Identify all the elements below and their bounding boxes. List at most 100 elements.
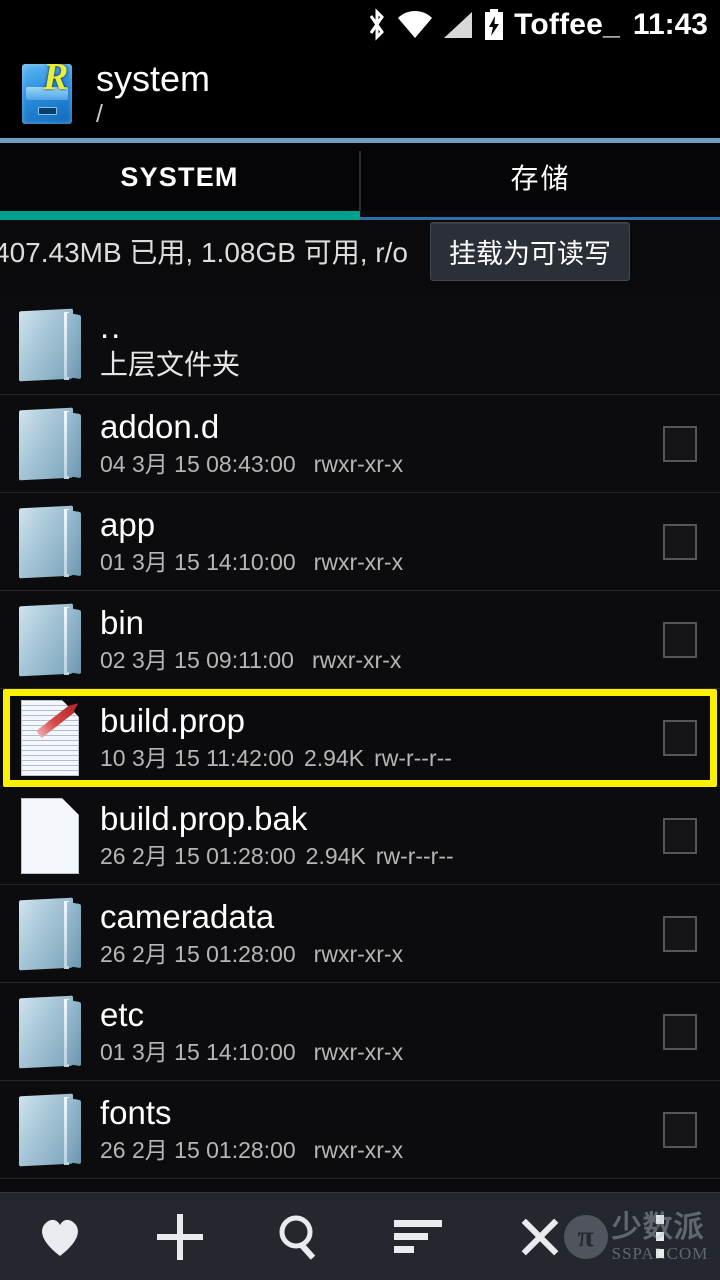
file-details: 26 2月 15 01:28:00 rwxr-xr-x — [100, 1135, 640, 1165]
file-details: 10 3月 15 11:42:00 2.94K rw-r--r-- — [100, 743, 640, 773]
folder-icon — [0, 897, 100, 971]
list-item-meta: build.prop.bak 26 2月 15 01:28:00 2.94K rw-… — [100, 800, 640, 871]
file-perm: rwxr-xr-x — [311, 647, 402, 673]
list-item[interactable]: fonts 26 2月 15 01:28:00 rwxr-xr-x — [0, 1081, 720, 1179]
text-file-edit-icon — [0, 699, 100, 776]
root-explorer-icon: R — [16, 58, 80, 127]
checkbox-cell[interactable] — [640, 1013, 720, 1050]
checkbox-cell[interactable] — [640, 817, 720, 854]
file-details: 01 3月 15 14:10:00 rwxr-xr-x — [100, 1037, 640, 1067]
favorite-heart-icon[interactable] — [0, 1216, 120, 1258]
file-date: 01 3月 15 14:10:00 — [100, 549, 296, 575]
select-checkbox[interactable] — [663, 1111, 697, 1148]
list-item-meta: etc 01 3月 15 14:10:00 rwxr-xr-x — [100, 996, 640, 1067]
wifi-icon — [397, 10, 433, 40]
select-checkbox[interactable] — [663, 915, 697, 952]
file-date: 01 3月 15 14:10:00 — [100, 1039, 296, 1065]
file-list[interactable]: .. 上层文件夹 addon.d 04 3月 15 08:43:00 rwxr-x… — [0, 295, 720, 1192]
file-details: 02 3月 15 09:11:00 rwxr-xr-x — [100, 645, 640, 675]
file-name: build.prop — [100, 702, 245, 739]
file-size: 2.94K — [303, 745, 365, 771]
mount-bar: 407.43MB 已用, 1.08GB 可用, r/o 挂载为可读写 — [0, 220, 720, 282]
file-size: 2.94K — [305, 843, 366, 869]
overflow-menu-icon[interactable] — [600, 1213, 720, 1261]
status-bar: Toffee_ 11:43 — [0, 0, 720, 50]
tab-bar: SYSTEM 存储 — [0, 143, 720, 211]
clock-label: 11:43 — [632, 8, 708, 41]
tab-system[interactable]: SYSTEM — [0, 143, 359, 211]
select-checkbox[interactable] — [663, 621, 697, 658]
file-perm: rwxr-xr-x — [313, 451, 404, 477]
file-name: .. — [100, 307, 123, 345]
list-item[interactable]: etc 01 3月 15 14:10:00 rwxr-xr-x — [0, 983, 720, 1081]
breadcrumb-path: / — [96, 100, 103, 128]
add-plus-icon[interactable] — [120, 1212, 240, 1262]
list-item-meta: cameradata 26 2月 15 01:28:00 rwxr-xr-x — [100, 898, 640, 969]
bluetooth-icon — [366, 8, 388, 42]
folder-icon — [0, 308, 100, 382]
list-item[interactable]: addon.d 04 3月 15 08:43:00 rwxr-xr-x — [0, 395, 720, 493]
page-title: system — [96, 58, 211, 99]
checkbox-cell[interactable] — [640, 425, 720, 462]
file-name: build.prop.bak — [100, 800, 308, 837]
checkbox-cell[interactable] — [640, 621, 720, 658]
list-item-meta: addon.d 04 3月 15 08:43:00 rwxr-xr-x — [100, 408, 640, 479]
file-name: fonts — [100, 1094, 172, 1131]
file-perm: rw-r--r-- — [374, 745, 452, 771]
select-checkbox[interactable] — [663, 523, 697, 560]
select-checkbox[interactable] — [663, 817, 697, 854]
file-subtitle: 上层文件夹 — [100, 348, 241, 380]
list-item[interactable]: build.prop.bak 26 2月 15 01:28:00 2.94K rw-… — [0, 787, 720, 885]
file-perm: rwxr-xr-x — [313, 1039, 404, 1065]
mount-read-write-button[interactable]: 挂载为可读写 — [429, 221, 630, 281]
file-name: cameradata — [100, 898, 275, 935]
list-item[interactable]: app 01 3月 15 14:10:00 rwxr-xr-x — [0, 493, 720, 591]
folder-icon — [0, 603, 100, 677]
file-name: bin — [100, 604, 145, 641]
signal-icon — [442, 10, 474, 40]
file-date: 26 2月 15 01:28:00 — [100, 941, 296, 967]
folder-icon — [0, 505, 100, 579]
file-perm: rwxr-xr-x — [313, 941, 404, 967]
file-manager-screen: Toffee_ 11:43 R system / SYSTEM 存储 407.4… — [0, 0, 720, 1280]
carrier-label: Toffee_ — [514, 8, 620, 41]
search-icon[interactable] — [240, 1213, 360, 1261]
file-perm: rw-r--r-- — [375, 843, 454, 869]
file-details: 26 2月 15 01:28:00 2.94K rw-r--r-- — [100, 841, 640, 871]
checkbox-cell[interactable] — [640, 719, 720, 756]
file-name: etc — [100, 996, 145, 1033]
list-item[interactable]: bin 02 3月 15 09:11:00 rwxr-xr-x — [0, 591, 720, 689]
list-item[interactable]: cameradata 26 2月 15 01:28:00 rwxr-xr-x — [0, 885, 720, 983]
file-date: 02 3月 15 09:11:00 — [100, 647, 294, 673]
app-header: R system / — [0, 50, 720, 138]
checkbox-cell[interactable] — [640, 523, 720, 560]
list-item[interactable]: .. 上层文件夹 — [0, 295, 720, 395]
file-perm: rwxr-xr-x — [313, 1137, 404, 1163]
file-perm: rwxr-xr-x — [313, 549, 404, 575]
list-item-meta: .. 上层文件夹 — [100, 308, 640, 382]
tab-indicator-row — [0, 211, 720, 220]
folder-icon — [0, 407, 100, 481]
tab-storage[interactable]: 存储 — [361, 143, 720, 211]
file-details: 01 3月 15 14:10:00 rwxr-xr-x — [100, 547, 640, 577]
folder-icon — [0, 1093, 100, 1167]
file-date: 26 2月 15 01:28:00 — [100, 1137, 296, 1163]
header-titles: system / — [96, 58, 211, 129]
select-checkbox[interactable] — [663, 425, 697, 462]
file-date: 26 2月 15 01:28:00 — [100, 843, 296, 869]
file-details: 04 3月 15 08:43:00 rwxr-xr-x — [100, 449, 640, 479]
file-date: 10 3月 15 11:42:00 — [100, 745, 294, 771]
storage-status-label: 407.43MB 已用, 1.08GB 可用, r/o — [0, 237, 408, 268]
file-date: 04 3月 15 08:43:00 — [100, 451, 296, 477]
sort-icon[interactable] — [360, 1217, 480, 1257]
checkbox-cell[interactable] — [640, 1111, 720, 1148]
list-item-meta: build.prop 10 3月 15 11:42:00 2.94K rw-r--r… — [100, 702, 640, 773]
tab-active-indicator — [0, 211, 360, 220]
select-checkbox[interactable] — [663, 1013, 697, 1050]
checkbox-cell[interactable] — [640, 915, 720, 952]
list-item-selected[interactable]: build.prop 10 3月 15 11:42:00 2.94K rw-r--r… — [0, 689, 720, 787]
close-x-icon[interactable] — [480, 1213, 600, 1261]
select-checkbox[interactable] — [663, 719, 697, 756]
list-item-meta: app 01 3月 15 14:10:00 rwxr-xr-x — [100, 506, 640, 577]
file-name: app — [100, 506, 156, 543]
